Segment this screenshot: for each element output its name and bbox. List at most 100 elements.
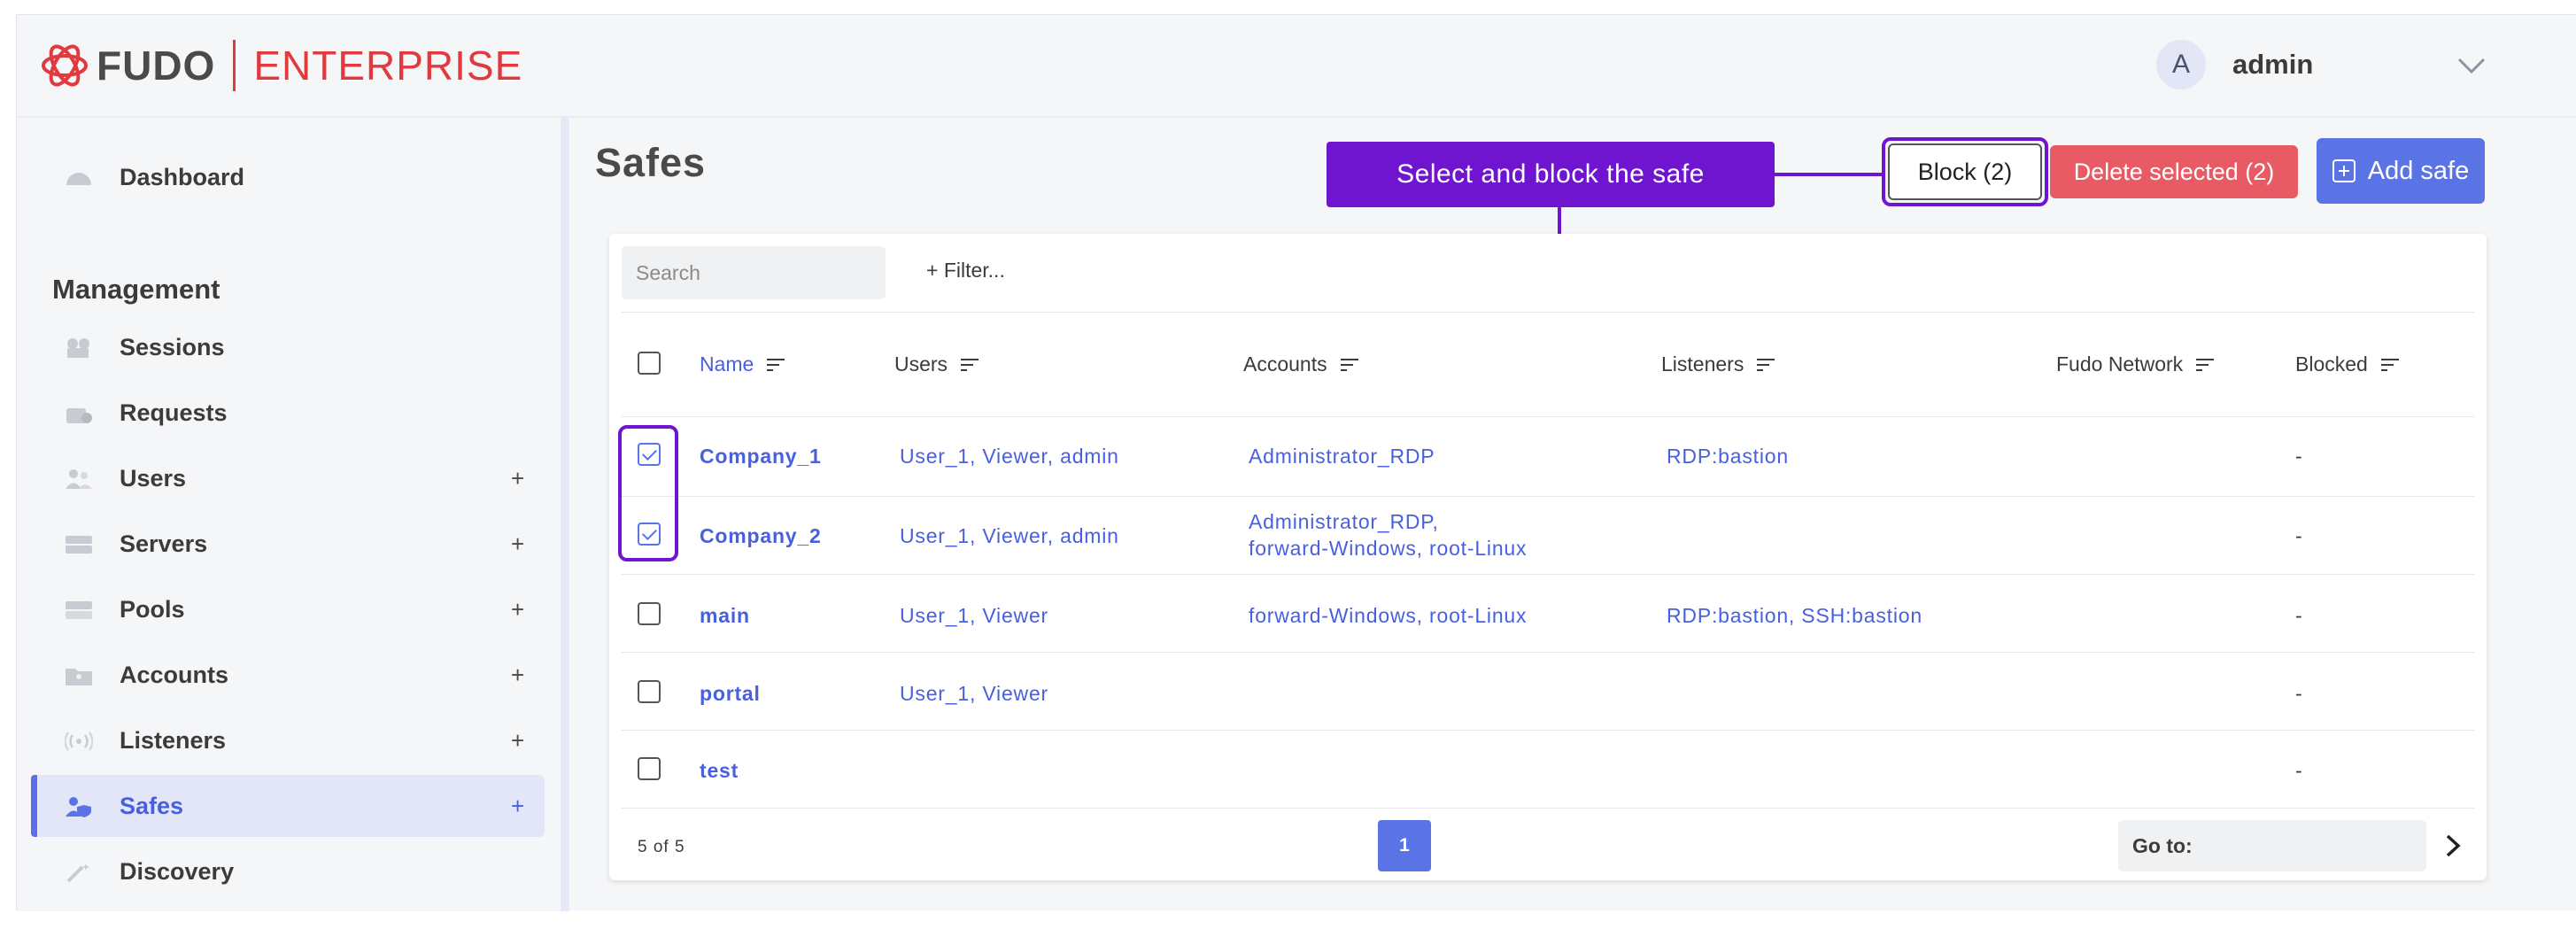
chevron-right-icon[interactable] [2444, 832, 2462, 859]
request-icon [66, 408, 92, 423]
column-label: Users [894, 352, 948, 375]
add-account-button[interactable]: + [511, 662, 524, 689]
page-button[interactable]: 1 [1378, 820, 1431, 871]
users-icon [66, 469, 92, 489]
account-folder-icon [66, 669, 92, 685]
users-cell[interactable]: User_1, Viewer, admin [900, 445, 1119, 468]
plus-square-icon [2332, 159, 2356, 182]
row-checkbox[interactable] [638, 680, 661, 703]
blocked-cell: - [2295, 445, 2303, 468]
logo-text-enterprise: ENTERPRISE [253, 43, 523, 89]
safes-table-card [609, 234, 2487, 880]
logo-separator [233, 40, 236, 91]
divider [622, 574, 2474, 575]
broadcast-icon [65, 732, 93, 751]
top-header: FUDO ENTERPRISE A admin [17, 15, 2576, 118]
sidebar-divider [561, 118, 569, 911]
sidebar-item-listeners[interactable]: Listeners + [31, 709, 545, 771]
sidebar-item-label: Sessions [120, 333, 225, 360]
sidebar-item-label: Dashboard [120, 163, 245, 190]
accounts-cell[interactable]: forward-Windows, root-Linux [1249, 604, 1527, 628]
sidebar-item-sessions[interactable]: Sessions [31, 316, 545, 378]
column-header-name[interactable]: Name [700, 352, 785, 376]
safe-name-link[interactable]: Company_1 [700, 445, 822, 468]
sidebar-item-servers[interactable]: Servers + [31, 513, 545, 575]
add-safe-sidebar-button[interactable]: + [511, 793, 524, 820]
listeners-cell[interactable]: RDP:bastion, SSH:bastion [1667, 604, 1922, 628]
safe-name-link[interactable]: portal [700, 682, 761, 706]
sort-icon[interactable] [1340, 357, 1359, 373]
chevron-down-icon[interactable] [2456, 54, 2487, 77]
page-title: Safes [595, 140, 707, 185]
annotation-line [1775, 173, 1883, 176]
accounts-cell[interactable]: Administrator_RDP [1249, 445, 1435, 468]
sort-icon[interactable] [2380, 357, 2400, 373]
listeners-cell[interactable]: RDP:bastion [1667, 445, 1789, 468]
user-name: admin [2232, 49, 2314, 80]
logo-text-fudo: FUDO [97, 43, 216, 89]
sidebar-item-label: Pools [120, 595, 185, 623]
sidebar-section-title: Management [52, 274, 220, 305]
add-listener-button[interactable]: + [511, 727, 524, 755]
sort-icon[interactable] [960, 357, 979, 373]
block-button[interactable]: Block (2) [1888, 143, 2042, 200]
blocked-cell: - [2295, 604, 2303, 627]
column-header-users[interactable]: Users [894, 352, 979, 376]
add-safe-button[interactable]: Add safe [2317, 138, 2485, 204]
avatar: A [2156, 40, 2206, 89]
add-pool-button[interactable]: + [511, 596, 524, 623]
users-cell[interactable]: User_1, Viewer [900, 604, 1048, 628]
sort-icon[interactable] [1756, 357, 1775, 373]
column-header-fudo-network[interactable]: Fudo Network [2056, 352, 2215, 376]
users-cell[interactable]: User_1, Viewer, admin [900, 524, 1119, 548]
add-server-button[interactable]: + [511, 530, 524, 558]
add-user-button[interactable]: + [511, 465, 524, 492]
safe-name-link[interactable]: main [700, 604, 750, 628]
goto-page-input[interactable]: Go to: [2118, 820, 2426, 871]
blocked-cell: - [2295, 524, 2303, 547]
annotation-highlight-checkboxes [618, 425, 678, 561]
accounts-cell[interactable]: forward-Windows, root-Linux [1249, 537, 1527, 561]
delete-selected-button[interactable]: Delete selected (2) [2050, 145, 2298, 198]
safe-name-link[interactable]: Company_2 [700, 524, 822, 548]
select-all-checkbox[interactable] [638, 352, 661, 375]
sort-icon[interactable] [2195, 357, 2215, 373]
column-label: Fudo Network [2056, 352, 2184, 375]
camera-icon [67, 338, 89, 358]
sidebar-item-label: Servers [120, 530, 208, 557]
column-header-accounts[interactable]: Accounts [1243, 352, 1359, 376]
sidebar-item-dashboard[interactable]: Dashboard [31, 146, 545, 208]
fudo-logo[interactable]: FUDO ENTERPRISE [40, 40, 522, 91]
sort-icon[interactable] [766, 357, 785, 373]
sidebar-item-label: Listeners [120, 726, 227, 754]
row-checkbox[interactable] [638, 757, 661, 780]
sidebar-item-safes[interactable]: Safes + [31, 775, 545, 837]
sidebar-item-pools[interactable]: Pools + [31, 578, 545, 640]
user-menu[interactable]: A admin [2156, 40, 2313, 89]
divider [622, 416, 2474, 417]
sidebar-item-label: Users [120, 464, 187, 492]
safe-name-link[interactable]: test [700, 759, 739, 783]
sidebar-item-label: Accounts [120, 661, 229, 688]
column-label: Accounts [1243, 352, 1327, 375]
divider [622, 496, 2474, 497]
sidebar-item-requests[interactable]: Requests [31, 382, 545, 444]
search-input[interactable]: Search [622, 246, 886, 299]
accounts-cell[interactable]: Administrator_RDP, [1249, 510, 1439, 534]
column-label: Listeners [1661, 352, 1744, 375]
add-safe-label: Add safe [2367, 156, 2470, 185]
fudo-logo-icon [42, 44, 88, 87]
wand-icon [66, 863, 89, 883]
column-header-blocked[interactable]: Blocked [2295, 352, 2400, 376]
sidebar-item-accounts[interactable]: Accounts + [31, 644, 545, 706]
divider [622, 652, 2474, 653]
sidebar-item-users[interactable]: Users + [31, 447, 545, 509]
divider [622, 808, 2474, 809]
pagination-info: 5 of 5 [638, 838, 685, 856]
users-cell[interactable]: User_1, Viewer [900, 682, 1048, 706]
sidebar-item-discovery[interactable]: Discovery [31, 840, 545, 902]
add-filter-button[interactable]: + Filter... [926, 259, 1005, 283]
user-shield-icon [66, 797, 91, 817]
column-header-listeners[interactable]: Listeners [1661, 352, 1775, 376]
row-checkbox[interactable] [638, 602, 661, 625]
